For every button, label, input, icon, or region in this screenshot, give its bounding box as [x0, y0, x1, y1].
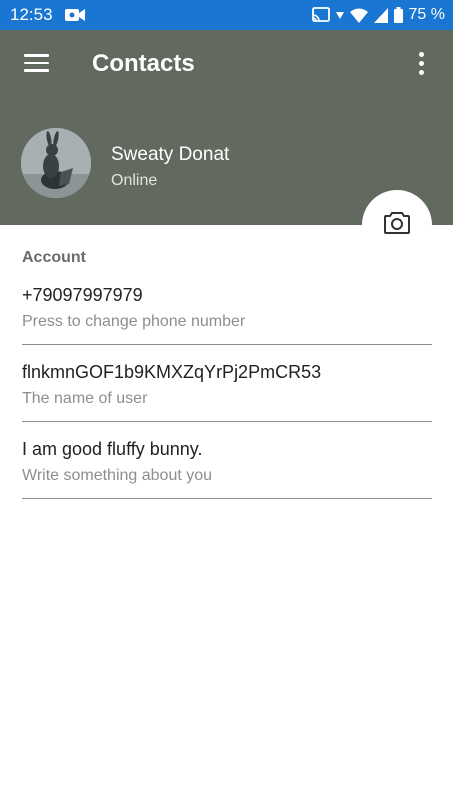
battery-icon [393, 7, 403, 23]
phone-hint: Press to change phone number [22, 313, 246, 330]
data-arrow-icon [335, 10, 344, 20]
change-photo-button[interactable] [362, 190, 432, 260]
profile-status: Online [111, 172, 158, 189]
bio-hint: Write something about you [22, 467, 213, 484]
page-title: Contacts [92, 50, 195, 77]
more-vert-icon[interactable] [417, 52, 425, 78]
video-icon [64, 8, 85, 22]
signal-icon [373, 7, 388, 23]
profile-name: Sweaty Donat [111, 144, 230, 165]
avatar[interactable] [21, 128, 91, 198]
camera-icon [384, 211, 410, 239]
phone-value: +79097997979 [22, 285, 143, 305]
battery-percent: 75 % [408, 6, 445, 23]
bio-value: I am good fluffy bunny. [22, 439, 203, 459]
status-time: 12:53 [10, 5, 53, 24]
status-bar: 12:53 75 % [0, 0, 453, 30]
username-field[interactable]: flnkmnGOF1b9KMXZqYrPj2PmCR53 The name of… [22, 346, 432, 422]
cast-icon [311, 7, 330, 23]
status-icons: 75 % [311, 6, 445, 24]
menu-icon[interactable] [24, 54, 49, 76]
phone-field[interactable]: +79097997979 Press to change phone numbe… [22, 269, 432, 345]
username-hint: The name of user [22, 390, 148, 407]
section-title: Account [22, 249, 86, 266]
wifi-icon [349, 8, 368, 23]
bio-field[interactable]: I am good fluffy bunny. Write something … [22, 423, 432, 499]
username-value: flnkmnGOF1b9KMXZqYrPj2PmCR53 [22, 362, 322, 382]
toolbar: Contacts [0, 30, 453, 102]
